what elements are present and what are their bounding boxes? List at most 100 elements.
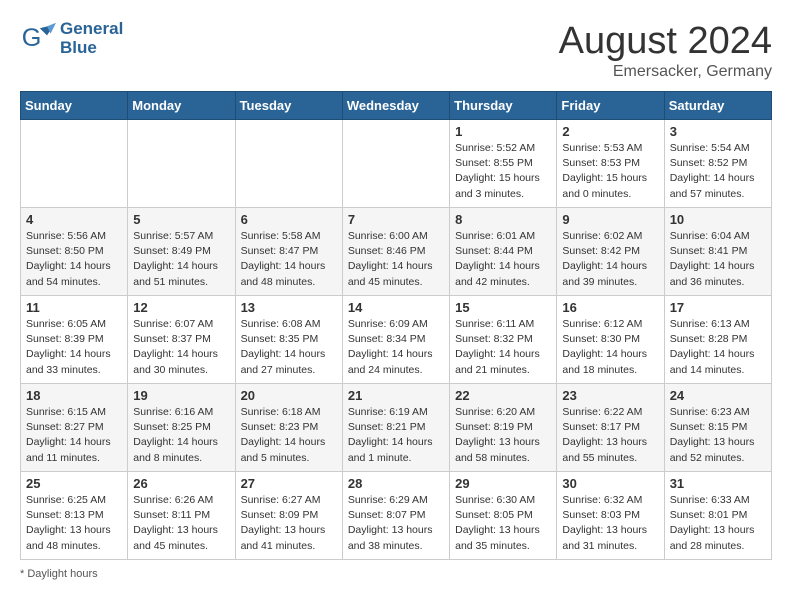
title-block: August 2024 Emersacker, Germany (559, 20, 772, 81)
logo-icon: G (20, 21, 56, 57)
day-info: Sunrise: 6:20 AM Sunset: 8:19 PM Dayligh… (455, 405, 551, 466)
calendar-week-row: 18Sunrise: 6:15 AM Sunset: 8:27 PM Dayli… (21, 384, 772, 472)
day-info: Sunrise: 6:16 AM Sunset: 8:25 PM Dayligh… (133, 405, 229, 466)
logo-text: General Blue (60, 20, 123, 57)
calendar-week-row: 25 Sunrise: 6:25 AM Sunset: 8:13 PM Dayli… (21, 472, 772, 560)
calendar-cell: 24Sunrise: 6:23 AM Sunset: 8:15 PM Dayli… (664, 384, 771, 472)
day-info: Sunrise: 6:25 AM Sunset: 8:13 PM Dayligh… (26, 493, 122, 554)
day-info: Sunrise: 6:05 AM Sunset: 8:39 PM Dayligh… (26, 317, 122, 378)
calendar-cell: 17 Sunrise: 6:13 AM Sunset: 8:28 PM Dayli… (664, 296, 771, 384)
svg-text:G: G (22, 24, 42, 52)
day-number: 22 (455, 388, 551, 403)
day-number: 25 (26, 476, 122, 491)
calendar-week-row: 4Sunrise: 5:56 AM Sunset: 8:50 PM Daylig… (21, 208, 772, 296)
day-info: Sunrise: 6:29 AM Sunset: 8:07 PM Dayligh… (348, 493, 444, 554)
calendar-cell: 26Sunrise: 6:26 AM Sunset: 8:11 PM Dayli… (128, 472, 235, 560)
day-info: Sunrise: 6:04 AM Sunset: 8:41 PM Dayligh… (670, 229, 766, 290)
day-info: Sunrise: 6:33 AM Sunset: 8:01 PM Dayligh… (670, 493, 766, 554)
day-header-friday: Friday (557, 92, 664, 120)
calendar-cell: 14 Sunrise: 6:09 AM Sunset: 8:34 PM Dayli… (342, 296, 449, 384)
day-number: 23 (562, 388, 658, 403)
calendar-cell: 16 Sunrise: 6:12 AM Sunset: 8:30 PM Dayli… (557, 296, 664, 384)
day-number: 31 (670, 476, 766, 491)
day-number: 21 (348, 388, 444, 403)
day-info: Sunrise: 6:09 AM Sunset: 8:34 PM Dayligh… (348, 317, 444, 378)
calendar-table: SundayMondayTuesdayWednesdayThursdayFrid… (20, 91, 772, 560)
day-info: Sunrise: 6:02 AM Sunset: 8:42 PM Dayligh… (562, 229, 658, 290)
day-info: Sunrise: 6:11 AM Sunset: 8:32 PM Dayligh… (455, 317, 551, 378)
day-number: 16 (562, 300, 658, 315)
location-title: Emersacker, Germany (559, 63, 772, 81)
calendar-cell: 5 Sunrise: 5:57 AM Sunset: 8:49 PM Daylig… (128, 208, 235, 296)
day-info: Sunrise: 6:13 AM Sunset: 8:28 PM Dayligh… (670, 317, 766, 378)
day-number: 8 (455, 212, 551, 227)
calendar-cell: 22 Sunrise: 6:20 AM Sunset: 8:19 PM Dayli… (450, 384, 557, 472)
calendar-cell: 29Sunrise: 6:30 AM Sunset: 8:05 PM Dayli… (450, 472, 557, 560)
calendar-cell: 28 Sunrise: 6:29 AM Sunset: 8:07 PM Dayli… (342, 472, 449, 560)
day-info: Sunrise: 6:22 AM Sunset: 8:17 PM Dayligh… (562, 405, 658, 466)
calendar-cell: 2Sunrise: 5:53 AM Sunset: 8:53 PM Daylig… (557, 120, 664, 208)
day-number: 28 (348, 476, 444, 491)
logo: G General Blue (20, 20, 123, 57)
day-info: Sunrise: 6:19 AM Sunset: 8:21 PM Dayligh… (348, 405, 444, 466)
day-number: 13 (241, 300, 337, 315)
day-header-sunday: Sunday (21, 92, 128, 120)
day-header-tuesday: Tuesday (235, 92, 342, 120)
day-number: 6 (241, 212, 337, 227)
day-info: Sunrise: 6:07 AM Sunset: 8:37 PM Dayligh… (133, 317, 229, 378)
day-number: 15 (455, 300, 551, 315)
page-header: G General Blue August 2024 Emersacker, G… (20, 20, 772, 81)
day-info: Sunrise: 5:52 AM Sunset: 8:55 PM Dayligh… (455, 141, 551, 202)
calendar-cell: 21 Sunrise: 6:19 AM Sunset: 8:21 PM Dayli… (342, 384, 449, 472)
day-number: 4 (26, 212, 122, 227)
day-info: Sunrise: 5:57 AM Sunset: 8:49 PM Dayligh… (133, 229, 229, 290)
day-number: 27 (241, 476, 337, 491)
calendar-cell (21, 120, 128, 208)
month-title: August 2024 (559, 20, 772, 63)
calendar-cell: 18Sunrise: 6:15 AM Sunset: 8:27 PM Dayli… (21, 384, 128, 472)
day-number: 20 (241, 388, 337, 403)
day-info: Sunrise: 6:12 AM Sunset: 8:30 PM Dayligh… (562, 317, 658, 378)
calendar-cell: 25 Sunrise: 6:25 AM Sunset: 8:13 PM Dayli… (21, 472, 128, 560)
calendar-cell: 19 Sunrise: 6:16 AM Sunset: 8:25 PM Dayli… (128, 384, 235, 472)
day-info: Sunrise: 6:32 AM Sunset: 8:03 PM Dayligh… (562, 493, 658, 554)
calendar-cell: 12Sunrise: 6:07 AM Sunset: 8:37 PM Dayli… (128, 296, 235, 384)
day-info: Sunrise: 6:30 AM Sunset: 8:05 PM Dayligh… (455, 493, 551, 554)
day-number: 1 (455, 124, 551, 139)
calendar-cell: 1 Sunrise: 5:52 AM Sunset: 8:55 PM Daylig… (450, 120, 557, 208)
calendar-cell (128, 120, 235, 208)
calendar-week-row: 11 Sunrise: 6:05 AM Sunset: 8:39 PM Dayli… (21, 296, 772, 384)
day-number: 5 (133, 212, 229, 227)
day-info: Sunrise: 5:53 AM Sunset: 8:53 PM Dayligh… (562, 141, 658, 202)
calendar-cell (342, 120, 449, 208)
day-number: 11 (26, 300, 122, 315)
day-number: 14 (348, 300, 444, 315)
calendar-cell: 27Sunrise: 6:27 AM Sunset: 8:09 PM Dayli… (235, 472, 342, 560)
calendar-cell: 13Sunrise: 6:08 AM Sunset: 8:35 PM Dayli… (235, 296, 342, 384)
day-info: Sunrise: 6:15 AM Sunset: 8:27 PM Dayligh… (26, 405, 122, 466)
day-number: 17 (670, 300, 766, 315)
day-header-thursday: Thursday (450, 92, 557, 120)
calendar-cell: 23 Sunrise: 6:22 AM Sunset: 8:17 PM Dayli… (557, 384, 664, 472)
calendar-cell: 3 Sunrise: 5:54 AM Sunset: 8:52 PM Daylig… (664, 120, 771, 208)
day-info: Sunrise: 6:26 AM Sunset: 8:11 PM Dayligh… (133, 493, 229, 554)
day-info: Sunrise: 6:01 AM Sunset: 8:44 PM Dayligh… (455, 229, 551, 290)
calendar-cell: 6 Sunrise: 5:58 AM Sunset: 8:47 PM Daylig… (235, 208, 342, 296)
calendar-cell: 11 Sunrise: 6:05 AM Sunset: 8:39 PM Dayli… (21, 296, 128, 384)
calendar-cell: 7Sunrise: 6:00 AM Sunset: 8:46 PM Daylig… (342, 208, 449, 296)
calendar-cell: 10Sunrise: 6:04 AM Sunset: 8:41 PM Dayli… (664, 208, 771, 296)
day-number: 3 (670, 124, 766, 139)
day-number: 7 (348, 212, 444, 227)
calendar-cell: 20Sunrise: 6:18 AM Sunset: 8:23 PM Dayli… (235, 384, 342, 472)
footer-note: * Daylight hours (20, 568, 772, 580)
day-info: Sunrise: 6:23 AM Sunset: 8:15 PM Dayligh… (670, 405, 766, 466)
day-number: 9 (562, 212, 658, 227)
calendar-cell: 15 Sunrise: 6:11 AM Sunset: 8:32 PM Dayli… (450, 296, 557, 384)
day-header-saturday: Saturday (664, 92, 771, 120)
day-number: 19 (133, 388, 229, 403)
calendar-cell: 8 Sunrise: 6:01 AM Sunset: 8:44 PM Daylig… (450, 208, 557, 296)
calendar-cell: 30Sunrise: 6:32 AM Sunset: 8:03 PM Dayli… (557, 472, 664, 560)
day-info: Sunrise: 5:54 AM Sunset: 8:52 PM Dayligh… (670, 141, 766, 202)
day-info: Sunrise: 5:58 AM Sunset: 8:47 PM Dayligh… (241, 229, 337, 290)
calendar-cell: 9 Sunrise: 6:02 AM Sunset: 8:42 PM Daylig… (557, 208, 664, 296)
